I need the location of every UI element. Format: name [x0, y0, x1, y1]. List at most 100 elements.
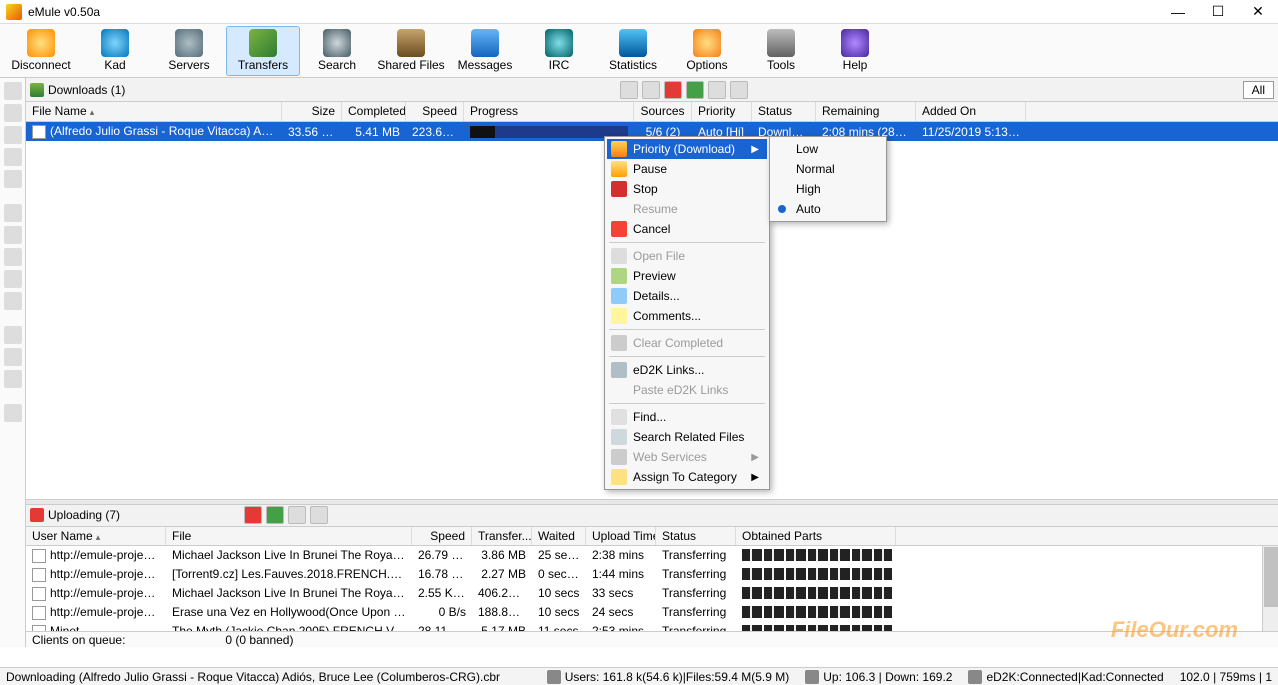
queue-bar: Clients on queue: 0 (0 banned)	[26, 631, 1278, 647]
close-button[interactable]: ✕	[1238, 1, 1278, 23]
menu-item[interactable]: Assign To Category▶	[607, 467, 767, 487]
menu-item: Paste eD2K Links	[607, 380, 767, 400]
client-icon	[32, 625, 46, 631]
upload-row[interactable]: http://emule-project.netMichael Jackson …	[26, 546, 1278, 565]
toolbar-transfers-button[interactable]: Transfers	[226, 26, 300, 76]
sidebar-button[interactable]	[4, 248, 22, 266]
col-status[interactable]: Status	[656, 527, 736, 545]
toolbar-disconnect-button[interactable]: Disconnect	[4, 26, 78, 76]
col-sources[interactable]: Sources	[634, 102, 692, 121]
col-status[interactable]: Status	[752, 102, 816, 121]
menu-item[interactable]: Find...	[607, 407, 767, 427]
minimize-button[interactable]: —	[1158, 1, 1198, 23]
upload-row[interactable]: http://emule-project.netErase una Vez en…	[26, 603, 1278, 622]
network-icon	[968, 670, 982, 684]
sidebar-button[interactable]	[4, 326, 22, 344]
col-filename[interactable]: File Name▴	[26, 102, 282, 121]
col-file[interactable]: File	[166, 527, 412, 545]
toolbar-irc-button[interactable]: IRC	[522, 26, 596, 76]
sidebar-button[interactable]	[4, 270, 22, 288]
sidebar-button[interactable]	[4, 348, 22, 366]
menu-icon	[611, 288, 627, 304]
sidebar-button[interactable]	[4, 204, 22, 222]
refresh-icon[interactable]	[288, 506, 306, 524]
toolbar-shared-button[interactable]: Shared Files	[374, 26, 448, 76]
menu-item[interactable]: Preview	[607, 266, 767, 286]
action-up-icon[interactable]	[244, 506, 262, 524]
toolbar-stats-button[interactable]: Statistics	[596, 26, 670, 76]
category-all-button[interactable]: All	[1243, 81, 1274, 99]
priority-option[interactable]: Normal	[772, 159, 884, 179]
toolbar-help-button[interactable]: Help	[818, 26, 892, 76]
col-transfer[interactable]: Transfer...	[472, 527, 532, 545]
col-completed[interactable]: Completed	[342, 102, 406, 121]
obtained-parts-bar	[742, 625, 892, 631]
priority-option[interactable]: High	[772, 179, 884, 199]
sidebar-button[interactable]	[4, 370, 22, 388]
menu-item[interactable]: Search Related Files	[607, 427, 767, 447]
col-priority[interactable]: Priority	[692, 102, 752, 121]
menu-item[interactable]: Details...	[607, 286, 767, 306]
sidebar-button[interactable]	[4, 226, 22, 244]
toolbar-servers-button[interactable]: Servers	[152, 26, 226, 76]
menu-icon	[611, 161, 627, 177]
obtained-parts-bar	[742, 606, 892, 618]
col-waited[interactable]: Waited	[532, 527, 586, 545]
col-speed[interactable]: Speed	[406, 102, 464, 121]
status-users: Users: 161.8 k(54.6 k)|Files:59.4 M(5.9 …	[565, 670, 790, 684]
menu-item[interactable]: eD2K Links...	[607, 360, 767, 380]
sidebar-button[interactable]	[4, 82, 22, 100]
toolbar-kad-button[interactable]: Kad	[78, 26, 152, 76]
menu-item[interactable]: Stop	[607, 179, 767, 199]
priority-option[interactable]: Low	[772, 139, 884, 159]
toolbar-messages-button[interactable]: Messages	[448, 26, 522, 76]
view-button[interactable]	[620, 81, 638, 99]
menu-item[interactable]: Pause	[607, 159, 767, 179]
obtained-parts-bar	[742, 549, 892, 561]
action-down-icon[interactable]	[266, 506, 284, 524]
col-uploadtime[interactable]: Upload Time	[586, 527, 656, 545]
sidebar-button[interactable]	[4, 104, 22, 122]
refresh-icon[interactable]	[708, 81, 726, 99]
view-button[interactable]	[642, 81, 660, 99]
menu-item[interactable]: Priority (Download)▶	[607, 139, 767, 159]
uploads-icon	[30, 508, 44, 522]
col-obtained[interactable]: Obtained Parts	[736, 527, 896, 545]
file-icon	[32, 125, 46, 139]
menu-item[interactable]: Cancel	[607, 219, 767, 239]
toolbar-search-button[interactable]: Search	[300, 26, 374, 76]
col-speed[interactable]: Speed	[412, 527, 472, 545]
toolbar-options-button[interactable]: Options	[670, 26, 744, 76]
menu-icon[interactable]	[730, 81, 748, 99]
watermark: FileOur.com	[1111, 617, 1238, 643]
menu-icon	[611, 409, 627, 425]
sidebar-button[interactable]	[4, 148, 22, 166]
client-icon	[32, 568, 46, 582]
sidebar-button[interactable]	[4, 170, 22, 188]
upload-row[interactable]: http://emule-project.netMichael Jackson …	[26, 584, 1278, 603]
col-addedon[interactable]: Added On	[916, 102, 1026, 121]
maximize-button[interactable]: ☐	[1198, 1, 1238, 23]
downloads-icon	[30, 83, 44, 97]
status-bar: Downloading (Alfredo Julio Grassi - Roqu…	[0, 667, 1278, 685]
upload-row[interactable]: http://emule-project.net[Torrent9.cz] Le…	[26, 565, 1278, 584]
menu-item[interactable]: Comments...	[607, 306, 767, 326]
sidebar-button[interactable]	[4, 404, 22, 422]
col-username[interactable]: User Name▴	[26, 527, 166, 545]
priority-submenu: LowNormalHighAuto	[769, 136, 887, 222]
status-network: eD2K:Connected|Kad:Connected	[986, 670, 1163, 684]
col-size[interactable]: Size	[282, 102, 342, 121]
action-up-icon[interactable]	[664, 81, 682, 99]
sidebar-button[interactable]	[4, 126, 22, 144]
scrollbar[interactable]	[1262, 546, 1278, 631]
menu-icon[interactable]	[310, 506, 328, 524]
selected-dot	[778, 205, 786, 213]
col-remaining[interactable]: Remaining	[816, 102, 916, 121]
upload-row[interactable]: MinetThe Myth (Jackie Chan 2005) FRENCH …	[26, 622, 1278, 631]
irc-icon	[545, 29, 573, 57]
sidebar-button[interactable]	[4, 292, 22, 310]
col-progress[interactable]: Progress	[464, 102, 634, 121]
toolbar-tools-button[interactable]: Tools	[744, 26, 818, 76]
priority-option[interactable]: Auto	[772, 199, 884, 219]
action-down-icon[interactable]	[686, 81, 704, 99]
